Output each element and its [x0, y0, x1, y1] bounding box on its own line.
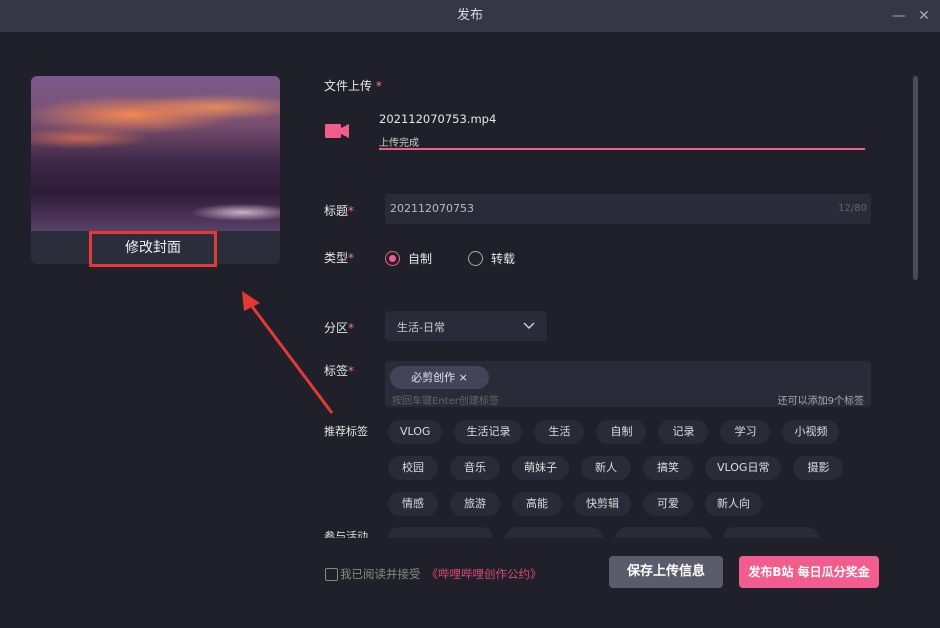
minimize-icon[interactable]: —: [885, 0, 913, 32]
tag-pill[interactable]: 可爱: [643, 492, 693, 516]
upload-progress-bar: [379, 148, 865, 150]
upload-status: 上传完成: [379, 138, 419, 149]
tag-pill[interactable]: 萌妹子: [512, 456, 569, 480]
recommended-label: 推荐标签: [324, 425, 368, 438]
window-title: 发布: [456, 8, 483, 23]
recommended-row-1: VLOG 生活记录 生活 自制 记录 学习 小视频: [388, 420, 840, 444]
tag-pill[interactable]: 生活: [534, 420, 585, 444]
tag-pill[interactable]: 摄影: [793, 456, 844, 480]
tag-pill[interactable]: VLOG日常: [705, 456, 782, 480]
title-bar: 发布 — ✕: [0, 0, 940, 32]
tag-pill[interactable]: 小视频: [782, 420, 840, 444]
radio-label: 转载: [491, 252, 516, 266]
agree-checkbox[interactable]: [325, 567, 338, 581]
radio-label: 自制: [408, 252, 433, 266]
save-button[interactable]: 保存上传信息: [609, 556, 723, 588]
upload-label: 文件上传 *: [324, 79, 382, 93]
agree-text: 我已阅读并接受: [340, 567, 421, 581]
tag-pill[interactable]: 旅游: [450, 492, 500, 516]
tag-pill[interactable]: 新人向: [705, 492, 762, 516]
tag-pill[interactable]: 记录: [658, 420, 709, 444]
tag-chip[interactable]: 必剪创作 ×: [390, 366, 489, 389]
category-label: 分区*: [324, 321, 355, 335]
close-icon[interactable]: ✕: [910, 0, 938, 32]
title-counter: 12/80: [838, 203, 867, 214]
tag-pill[interactable]: 生活记录: [454, 420, 523, 444]
title-value: 202112070753: [390, 202, 474, 215]
publish-button[interactable]: 发布B站 每日瓜分奖金: [739, 556, 879, 588]
tag-pill[interactable]: 情感: [388, 492, 438, 516]
radio-unselected-icon: [468, 251, 483, 266]
tag-pill[interactable]: 自制: [596, 420, 647, 444]
tags-label: 标签*: [324, 364, 355, 378]
tags-remaining: 还可以添加9个标签: [777, 396, 864, 407]
change-cover-button[interactable]: 修改封面: [89, 231, 217, 267]
scrollbar-thumb[interactable]: [913, 76, 918, 280]
tag-pill[interactable]: 校园: [388, 456, 438, 480]
recommended-row-3: 情感 旅游 高能 快剪辑 可爱 新人向: [388, 492, 762, 516]
category-select[interactable]: 生活-日常: [385, 311, 547, 341]
title-label: 标题*: [324, 204, 355, 218]
title-input[interactable]: 202112070753 12/80: [385, 194, 871, 224]
tag-pill[interactable]: 音乐: [450, 456, 500, 480]
tag-pill[interactable]: 学习: [720, 420, 771, 444]
tag-pill[interactable]: 新人: [581, 456, 631, 480]
radio-repost[interactable]: 转载: [468, 250, 515, 267]
agreement: 我已阅读并接受 《哔哩哔哩创作公约》: [325, 566, 542, 582]
video-camera-icon: [325, 124, 349, 138]
tag-pill[interactable]: 快剪辑: [574, 492, 631, 516]
radio-selected-icon: [385, 251, 400, 266]
category-value: 生活-日常: [397, 321, 445, 334]
tag-pill[interactable]: 搞笑: [643, 456, 693, 480]
annotation-arrow: [242, 291, 334, 414]
cover-image: [31, 76, 280, 231]
tag-pill[interactable]: VLOG: [388, 420, 443, 444]
radio-original[interactable]: 自制: [385, 250, 432, 267]
type-label: 类型*: [324, 251, 355, 265]
tag-pill[interactable]: 高能: [512, 492, 562, 516]
recommended-row-2: 校园 音乐 萌妹子 新人 搞笑 VLOG日常 摄影: [388, 456, 844, 480]
file-name: 202112070753.mp4: [379, 112, 497, 126]
tags-placeholder: 按回车键Enter创建标签: [392, 396, 499, 407]
chevron-down-icon: [523, 322, 535, 330]
agreement-link[interactable]: 《哔哩哔哩创作公约》: [427, 566, 542, 582]
